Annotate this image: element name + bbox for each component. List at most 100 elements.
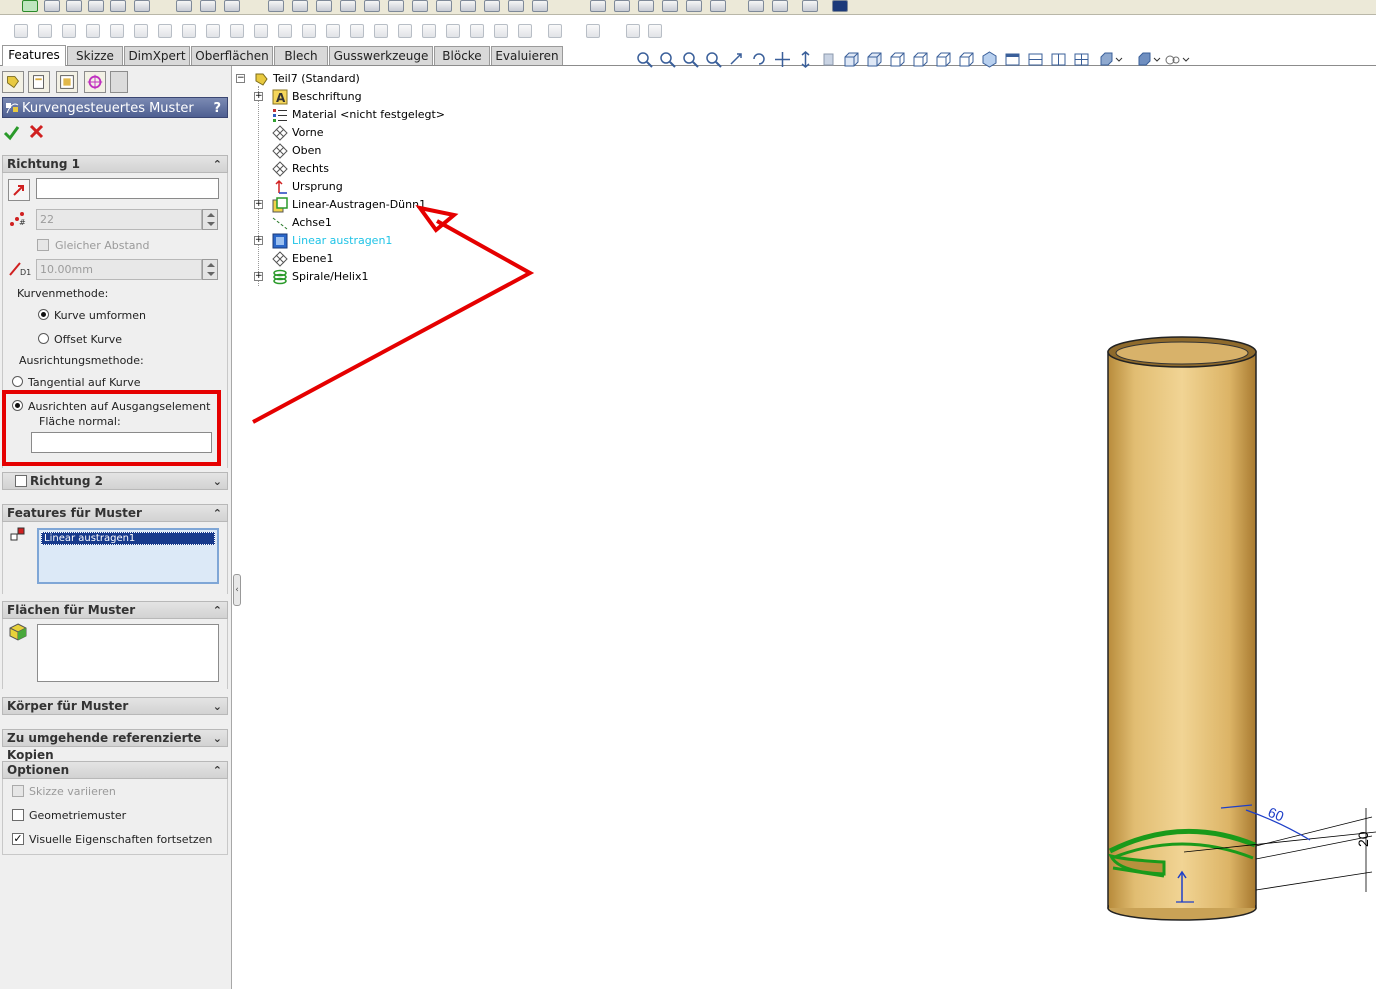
toolbar-icon[interactable] (460, 0, 476, 12)
feature-manager-tab-icon[interactable] (2, 71, 24, 93)
previous-view-icon[interactable] (728, 51, 745, 68)
collapse-toggle[interactable]: − (236, 74, 245, 83)
instances-spinner[interactable] (202, 209, 218, 230)
height-dimension-label[interactable]: 20 (1355, 831, 1371, 847)
toolbar-icon[interactable] (350, 24, 364, 38)
view-orientation-icon[interactable] (820, 51, 837, 68)
spacing-field[interactable]: 10.00mm (36, 259, 202, 280)
toolbar-icon[interactable] (278, 24, 292, 38)
view-back-icon[interactable] (866, 51, 883, 68)
toolbar-icon[interactable] (648, 24, 662, 38)
property-manager-tab-icon[interactable] (28, 71, 50, 93)
toolbar-icon[interactable] (224, 0, 240, 12)
rebuild-check-icon[interactable] (22, 0, 38, 12)
skip-instances-header[interactable]: Zu umgehende referenzierte Kopien ⌄ (2, 729, 228, 762)
appearance-icon[interactable] (1164, 51, 1181, 68)
dropdown-arrow-icon[interactable] (1115, 51, 1123, 68)
dropdown-arrow-icon[interactable] (1182, 51, 1190, 68)
toolbar-icon[interactable] (88, 0, 104, 12)
expand-toggle[interactable]: + (254, 200, 263, 209)
direction2-checkbox[interactable] (15, 475, 27, 487)
toolbar-icon[interactable] (446, 24, 460, 38)
toolbar-icon[interactable] (268, 0, 284, 12)
direction-reference-field[interactable] (36, 178, 219, 199)
toolbar-icon[interactable] (518, 24, 532, 38)
hide-show-icon[interactable] (1136, 51, 1153, 68)
collapse-icon[interactable]: ⌃ (213, 505, 222, 522)
view-bottom-icon[interactable] (958, 51, 975, 68)
close-icon[interactable] (29, 124, 44, 139)
zoom-area-icon[interactable] (659, 51, 676, 68)
options-header[interactable]: Optionen ⌃ (2, 761, 228, 779)
toolbar-icon[interactable] (182, 24, 196, 38)
toolbar-icon[interactable] (626, 24, 640, 38)
toolbar-icon[interactable] (110, 0, 126, 12)
toolbar-icon[interactable] (436, 0, 452, 12)
view-two-vertical-icon[interactable] (1050, 51, 1067, 68)
toolbar-icon[interactable] (374, 24, 388, 38)
toolbar-icon[interactable] (586, 24, 600, 38)
view-top-icon[interactable] (935, 51, 952, 68)
toolbar-icon[interactable] (364, 0, 380, 12)
spacing-spinner[interactable] (202, 259, 218, 280)
dimxpert-manager-tab-icon[interactable] (84, 71, 106, 93)
collapse-icon[interactable]: ⌃ (213, 156, 222, 173)
toolbar-icon[interactable] (398, 24, 412, 38)
toolbar-icon[interactable] (494, 24, 508, 38)
toolbar-icon[interactable] (548, 24, 562, 38)
toolbar-icon[interactable] (38, 24, 52, 38)
geometry-pattern-checkbox[interactable] (12, 809, 24, 821)
toolbar-icon[interactable] (66, 0, 82, 12)
toolbar-icon[interactable] (470, 24, 484, 38)
instances-field[interactable]: 22 (36, 209, 202, 230)
tab-mold-tools[interactable]: Gusswerkzeuge (329, 46, 433, 65)
angle-dimension-label[interactable]: 60 (1266, 804, 1287, 825)
pan-icon[interactable] (774, 51, 791, 68)
toolbar-icon[interactable] (254, 24, 268, 38)
faces-to-pattern-list[interactable] (37, 624, 219, 682)
toolbar-icon[interactable] (412, 0, 428, 12)
zoom-to-fit-icon[interactable] (636, 51, 653, 68)
toolbar-icon[interactable] (686, 0, 702, 12)
view-two-horizontal-icon[interactable] (1027, 51, 1044, 68)
toolbar-icon[interactable] (422, 24, 436, 38)
expand-icon[interactable]: ⌄ (213, 698, 222, 715)
toolbar-icon[interactable] (638, 0, 654, 12)
curve-method-radio-transform[interactable] (38, 309, 49, 320)
toolbar-icon[interactable] (176, 0, 192, 12)
expand-icon[interactable]: ⌄ (213, 473, 222, 490)
display-style-icon[interactable] (1098, 51, 1115, 68)
rotate-view-icon[interactable] (751, 51, 768, 68)
expand-toggle[interactable]: + (254, 236, 263, 245)
toolbar-icon[interactable] (532, 0, 548, 12)
tab-sheet-metal[interactable]: Blech (274, 46, 328, 65)
tab-sketch[interactable]: Skizze (67, 46, 123, 65)
propagate-visual-properties-checkbox[interactable]: ✓ (12, 833, 24, 845)
graphics-viewport[interactable]: 60 20 (1080, 320, 1376, 989)
toolbar-icon[interactable] (86, 24, 100, 38)
toolbar-icon[interactable] (134, 24, 148, 38)
toolbar-icon[interactable] (802, 0, 818, 12)
toolbar-icon[interactable] (772, 0, 788, 12)
zoom-in-out-icon[interactable] (682, 51, 699, 68)
blank-tab[interactable] (110, 71, 128, 93)
toolbar-icon[interactable] (292, 0, 308, 12)
toolbar-icon[interactable] (748, 0, 764, 12)
toolbar-icon[interactable] (326, 24, 340, 38)
toolbar-icon[interactable] (134, 0, 150, 12)
configuration-manager-tab-icon[interactable] (56, 71, 78, 93)
vary-sketch-checkbox[interactable] (12, 785, 24, 797)
tab-evaluate[interactable]: Evaluieren (491, 46, 563, 65)
toolbar-icon[interactable] (44, 0, 60, 12)
help-button[interactable]: ? (213, 98, 221, 119)
faces-to-pattern-header[interactable]: Flächen für Muster ⌃ (2, 601, 228, 619)
dropdown-arrow-icon[interactable] (1153, 51, 1161, 68)
toolbar-icon[interactable] (14, 24, 28, 38)
toolbar-icon[interactable] (158, 24, 172, 38)
view-single-icon[interactable] (1004, 51, 1021, 68)
collapse-icon[interactable]: ⌃ (213, 602, 222, 619)
toolbar-icon[interactable] (662, 0, 678, 12)
tab-dimxpert[interactable]: DimXpert (124, 46, 190, 65)
toolbar-icon[interactable] (316, 0, 332, 12)
toolbar-icon[interactable] (230, 24, 244, 38)
